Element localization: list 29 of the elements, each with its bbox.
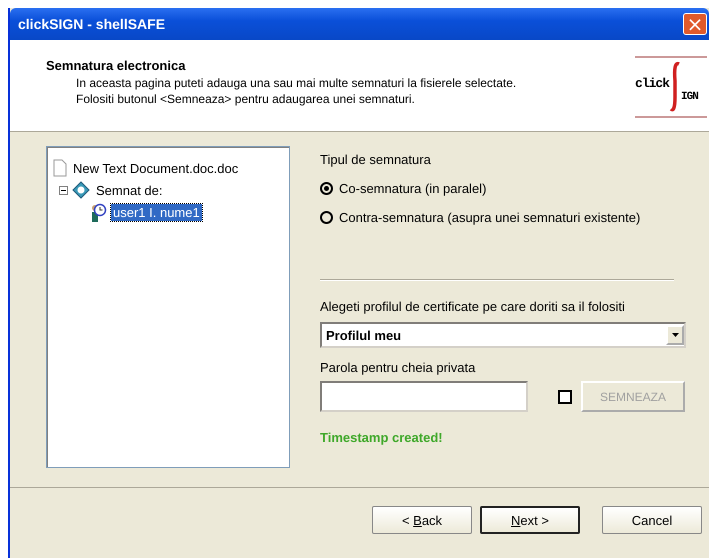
checkbox[interactable] (558, 390, 572, 404)
collapse-toggle[interactable] (59, 186, 68, 194)
status-message: Timestamp created! (320, 430, 444, 445)
radio-button[interactable] (320, 211, 333, 224)
wizard-button[interactable]: Next > (480, 506, 580, 534)
radio-label[interactable]: Co-semnatura (in paralel) (339, 181, 486, 196)
field-label: Alegeti profilul de certificate pe care doriti sa il folositi (320, 299, 626, 314)
window-title: clickSIGN - shellSAFE (18, 16, 166, 32)
tree-item[interactable]: Semnat de: (94, 182, 164, 198)
tree-item[interactable]: user1 I. nume1 (111, 204, 202, 220)
user-clock-icon (89, 202, 107, 222)
field-label: Parola pentru cheia privata (320, 360, 476, 375)
wizard-button[interactable]: < Back (372, 506, 472, 534)
description-text: In aceasta pagina puteti adauga una sau mai multe semnaturi la fisierele selectate. (76, 75, 516, 91)
profile-dropdown[interactable]: Profilul meu (320, 322, 686, 348)
page-title: Semnatura electronica (46, 58, 186, 73)
close-button[interactable]: × (683, 13, 707, 35)
radio-button[interactable] (320, 182, 333, 195)
document-icon (53, 159, 67, 177)
logo-text: click (635, 76, 670, 90)
logo-text: IGN (681, 91, 698, 103)
password-field[interactable] (320, 381, 528, 412)
section-label: Tipul de semnatura (320, 152, 432, 167)
tree-item[interactable]: New Text Document.doc.doc (71, 160, 240, 176)
wizard-button[interactable]: Cancel (602, 506, 702, 534)
description-text: Folositi butonul <Semneaza> pentru adaugarea unei semnaturi. (76, 91, 415, 107)
radio-label[interactable]: Contra-semnatura (asupra unei semnaturi existente) (339, 210, 640, 225)
logo-icon (670, 62, 680, 112)
info-diamond-icon (72, 181, 90, 199)
